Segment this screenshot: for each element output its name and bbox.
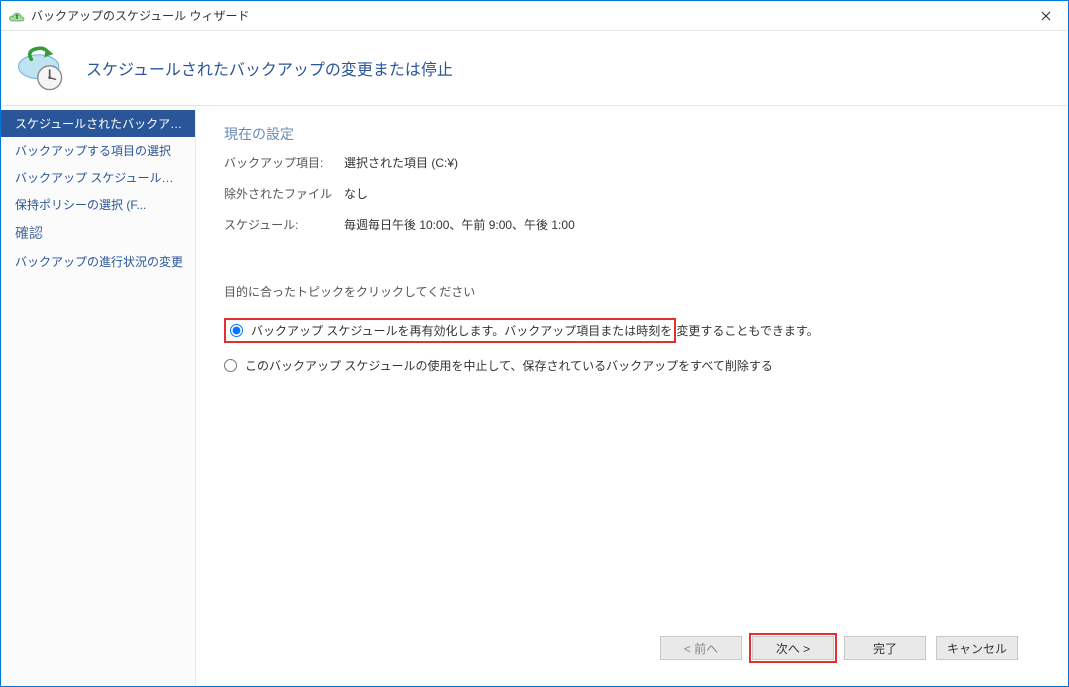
row-backup-items: バックアップ項目: 選択された項目 (C:¥) <box>224 154 1040 171</box>
radio-reenable-label-part1[interactable]: バックアップ スケジュールを再有効化します。バックアップ項目または時刻を <box>251 322 672 339</box>
app-icon <box>9 8 25 24</box>
label-backup-items: バックアップ項目: <box>224 154 344 171</box>
window-title: バックアップのスケジュール ウィザード <box>31 7 250 24</box>
cancel-button[interactable]: キャンセル <box>936 636 1018 660</box>
finish-button[interactable]: 完了 <box>844 636 926 660</box>
sidebar-item-progress[interactable]: バックアップの進行状況の変更 <box>1 248 195 275</box>
label-schedule: スケジュール: <box>224 216 344 233</box>
sidebar-item-confirm[interactable]: 確認 <box>1 218 195 248</box>
radio-stop[interactable] <box>224 359 237 372</box>
wizard-footer: < 前へ 次へ > 完了 キャンセル <box>224 622 1040 674</box>
row-excluded-files: 除外されたファイル なし <box>224 185 1040 202</box>
header-icon <box>13 41 68 96</box>
row-schedule: スケジュール: 毎週毎日午後 10:00、午前 9:00、午後 1:00 <box>224 216 1040 233</box>
radio-stop-label[interactable]: このバックアップ スケジュールの使用を中止して、保存されているバックアップをすべ… <box>245 357 773 374</box>
main-content: 現在の設定 バックアップ項目: 選択された項目 (C:¥) 除外されたファイル … <box>196 106 1068 686</box>
next-button[interactable]: 次へ > <box>752 636 834 660</box>
sidebar-item-retention-policy[interactable]: 保持ポリシーの選択 (F... <box>1 191 195 218</box>
wizard-header: スケジュールされたバックアップの変更または停止 <box>1 31 1068 106</box>
value-excluded-files: なし <box>344 185 368 202</box>
close-button[interactable] <box>1023 1 1068 31</box>
page-title: スケジュールされたバックアップの変更または停止 <box>86 56 453 80</box>
radio-reenable-label-part2[interactable]: 変更することもできます。 <box>676 322 818 339</box>
current-settings-title: 現在の設定 <box>224 124 1040 144</box>
value-backup-items: 選択された項目 (C:¥) <box>344 154 458 171</box>
wizard-steps-sidebar: スケジュールされたバックアップを.. バックアップする項目の選択 バックアップ … <box>1 106 196 686</box>
sidebar-item-select-schedule[interactable]: バックアップ スケジュールの選択 ... <box>1 164 195 191</box>
option-stop-row: このバックアップ スケジュールの使用を中止して、保存されているバックアップをすべ… <box>224 357 1040 374</box>
radio-reenable[interactable] <box>230 324 243 337</box>
label-excluded-files: 除外されたファイル <box>224 185 344 202</box>
sidebar-item-select-items[interactable]: バックアップする項目の選択 <box>1 137 195 164</box>
sidebar-item-modify-backup[interactable]: スケジュールされたバックアップを.. <box>1 110 195 137</box>
back-button[interactable]: < 前へ <box>660 636 742 660</box>
value-schedule: 毎週毎日午後 10:00、午前 9:00、午後 1:00 <box>344 216 575 233</box>
option-reenable-row: バックアップ スケジュールを再有効化します。バックアップ項目または時刻を 変更す… <box>224 318 1040 343</box>
titlebar: バックアップのスケジュール ウィザード <box>1 1 1068 31</box>
instruction-text: 目的に合ったトピックをクリックしてください <box>224 283 1040 300</box>
highlight-reenable: バックアップ スケジュールを再有効化します。バックアップ項目または時刻を <box>224 318 676 343</box>
